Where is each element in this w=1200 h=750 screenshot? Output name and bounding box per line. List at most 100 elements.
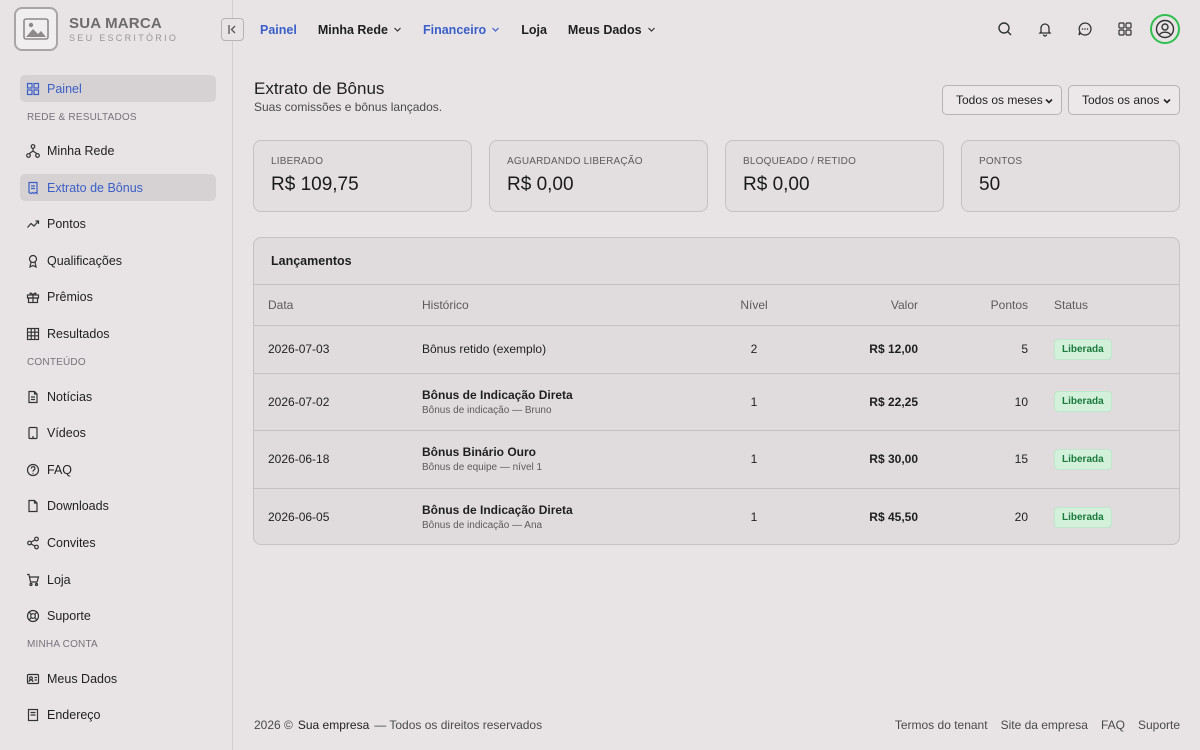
file-icon: [26, 499, 40, 513]
card-value: 50: [979, 174, 1001, 195]
sidebar-section-label: MINHA CONTA: [27, 639, 98, 651]
card-label: BLOQUEADO / RETIDO: [743, 156, 857, 167]
row-subtitle: Bônus de indicação — Bruno: [422, 404, 552, 416]
sidebar-item-label: Minha Rede: [47, 144, 115, 159]
question-icon: [26, 463, 40, 477]
topnav-item-financeiro[interactable]: Financeiro: [423, 23, 500, 37]
sidebar-item-extrato-de-bonus[interactable]: Extrato de Bônus: [20, 174, 216, 202]
sidebar-item-label: Vídeos: [47, 426, 86, 441]
sidebar-item-painel[interactable]: Painel: [20, 75, 216, 102]
sidebar-item-convites[interactable]: Convites: [20, 530, 216, 557]
sidebar-item-minha-rede[interactable]: Minha Rede: [20, 138, 216, 165]
lancamentos-panel: Lançamentos Data Histórico Nível Valor P…: [253, 237, 1180, 545]
page-title: Extrato de Bônus: [254, 79, 385, 98]
chat-icon[interactable]: [1070, 14, 1100, 44]
topnav-item-label: Meus Dados: [567, 23, 642, 37]
award-icon: [26, 254, 40, 268]
cell-historico: Bônus de Indicação Direta Bônus de indica…: [422, 373, 720, 431]
cell-pontos: 20: [1014, 510, 1028, 524]
network-icon: [26, 144, 40, 158]
cell-status: Liberada: [1028, 431, 1179, 489]
sidebar-item-faq[interactable]: FAQ: [20, 456, 216, 483]
id-card-icon: [26, 672, 40, 686]
search-icon[interactable]: [990, 14, 1020, 44]
row-title: Bônus Binário Ouro: [422, 445, 536, 460]
footer-link-termos[interactable]: Termos do tenant: [895, 718, 988, 732]
footer-link-suporte[interactable]: Suporte: [1138, 718, 1180, 732]
row-subtitle: Bônus de equipe — nível 1: [422, 462, 543, 474]
collapse-sidebar-button[interactable]: [221, 18, 244, 41]
sidebar-item-label: Convites: [47, 536, 96, 551]
topnav-item-label: Painel: [260, 23, 297, 37]
sidebar-item-label: Meus Dados: [47, 671, 118, 686]
sidebar-item-downloads[interactable]: Downloads: [20, 493, 216, 520]
cell-date: 2026-06-18: [268, 452, 330, 467]
status-badge: Liberada: [1054, 391, 1112, 413]
column-header-nivel: Nível: [740, 297, 768, 312]
status-badge: Liberada: [1054, 506, 1112, 528]
sidebar-item-suporte[interactable]: Suporte: [20, 603, 216, 630]
topnav-item-label: Minha Rede: [317, 23, 388, 37]
sidebar-item-endereco[interactable]: Endereço: [20, 702, 216, 729]
tablet-icon: [26, 426, 40, 440]
year-select-value: Todos os anos: [1082, 93, 1160, 107]
cell-historico: Bônus de Indicação Direta Bônus de indica…: [422, 488, 720, 544]
year-select[interactable]: Todos os anos: [1068, 85, 1180, 115]
card-bloqueado: BLOQUEADO / RETIDO R$ 0,00: [725, 140, 944, 212]
document-icon: [26, 390, 40, 404]
logo-icon: [14, 7, 58, 51]
page-subtitle: Suas comissões e bônus lançados.: [254, 100, 443, 114]
user-avatar[interactable]: [1150, 14, 1180, 44]
column-header-historico: Histórico: [422, 297, 469, 312]
sidebar-item-videos[interactable]: Vídeos: [20, 420, 216, 447]
sidebar-item-noticias[interactable]: Notícias: [20, 383, 216, 410]
footer-company-link[interactable]: Sua empresa: [298, 718, 369, 732]
card-pontos: PONTOS 50: [961, 140, 1180, 212]
brand[interactable]: SUA MARCA SEU ESCRITÓRIO: [14, 7, 178, 51]
sidebar-item-premios[interactable]: Prêmios: [20, 284, 216, 311]
sidebar-item-label: Loja: [47, 572, 71, 587]
row-title: Bônus retido (exemplo): [422, 342, 547, 356]
cell-date: 2026-07-02: [268, 394, 330, 409]
table-icon: [26, 327, 40, 341]
cell-valor: R$ 30,00: [869, 452, 918, 467]
cell-valor: R$ 22,25: [869, 394, 918, 409]
card-label: AGUARDANDO LIBERAÇÃO: [507, 156, 643, 167]
support-icon: [26, 609, 40, 623]
apps-icon[interactable]: [1110, 14, 1140, 44]
sidebar-item-qualificacoes[interactable]: Qualificações: [20, 247, 216, 274]
trend-icon: [26, 217, 40, 231]
topnav-item-painel[interactable]: Painel: [260, 23, 297, 37]
sidebar-item-label: Resultados: [47, 327, 110, 342]
footer-link-faq[interactable]: FAQ: [1101, 718, 1125, 732]
collapse-icon: [228, 25, 236, 34]
sidebar-item-resultados[interactable]: Resultados: [20, 321, 216, 348]
sidebar-nav: Painel REDE & RESULTADOS Minha Rede Extrato…: [20, 75, 216, 739]
cell-date: 2026-06-05: [268, 510, 330, 524]
sidebar-item-meus-dados[interactable]: Meus Dados: [20, 665, 216, 692]
footer-link-site[interactable]: Site da empresa: [1001, 718, 1088, 732]
address-icon: [26, 708, 40, 722]
gift-icon: [26, 290, 40, 304]
sidebar-item-label: Prêmios: [47, 290, 93, 305]
month-select[interactable]: Todos os meses: [942, 85, 1062, 115]
bell-icon[interactable]: [1030, 14, 1060, 44]
column-header-status: Status: [1054, 297, 1089, 312]
topnav-item-loja[interactable]: Loja: [521, 23, 547, 37]
top-icons: [980, 14, 1180, 44]
topnav-item-minha-rede[interactable]: Minha Rede: [318, 23, 402, 37]
cell-status: Liberada: [1028, 488, 1179, 544]
topnav-item-meus-dados[interactable]: Meus Dados: [568, 23, 656, 37]
sidebar-item-loja[interactable]: Loja: [20, 566, 216, 593]
topnav-item-label: Financeiro: [422, 23, 487, 37]
sidebar-item-pontos[interactable]: Pontos: [20, 211, 216, 238]
chevron-down-icon: [393, 23, 402, 37]
card-liberado: LIBERADO R$ 109,75: [253, 140, 472, 212]
card-aguardando: AGUARDANDO LIBERAÇÃO R$ 0,00: [489, 140, 708, 212]
topnav-item-label: Loja: [521, 23, 547, 37]
cell-pontos: 10: [1014, 394, 1028, 409]
top-navigation: Painel Minha Rede Financeiro Loja Meus Dados: [260, 20, 677, 40]
sidebar-item-label: FAQ: [47, 462, 73, 477]
cell-status: Liberada: [1028, 325, 1179, 373]
sidebar: SUA MARCA SEU ESCRITÓRIO Painel REDE & RE…: [0, 0, 233, 750]
